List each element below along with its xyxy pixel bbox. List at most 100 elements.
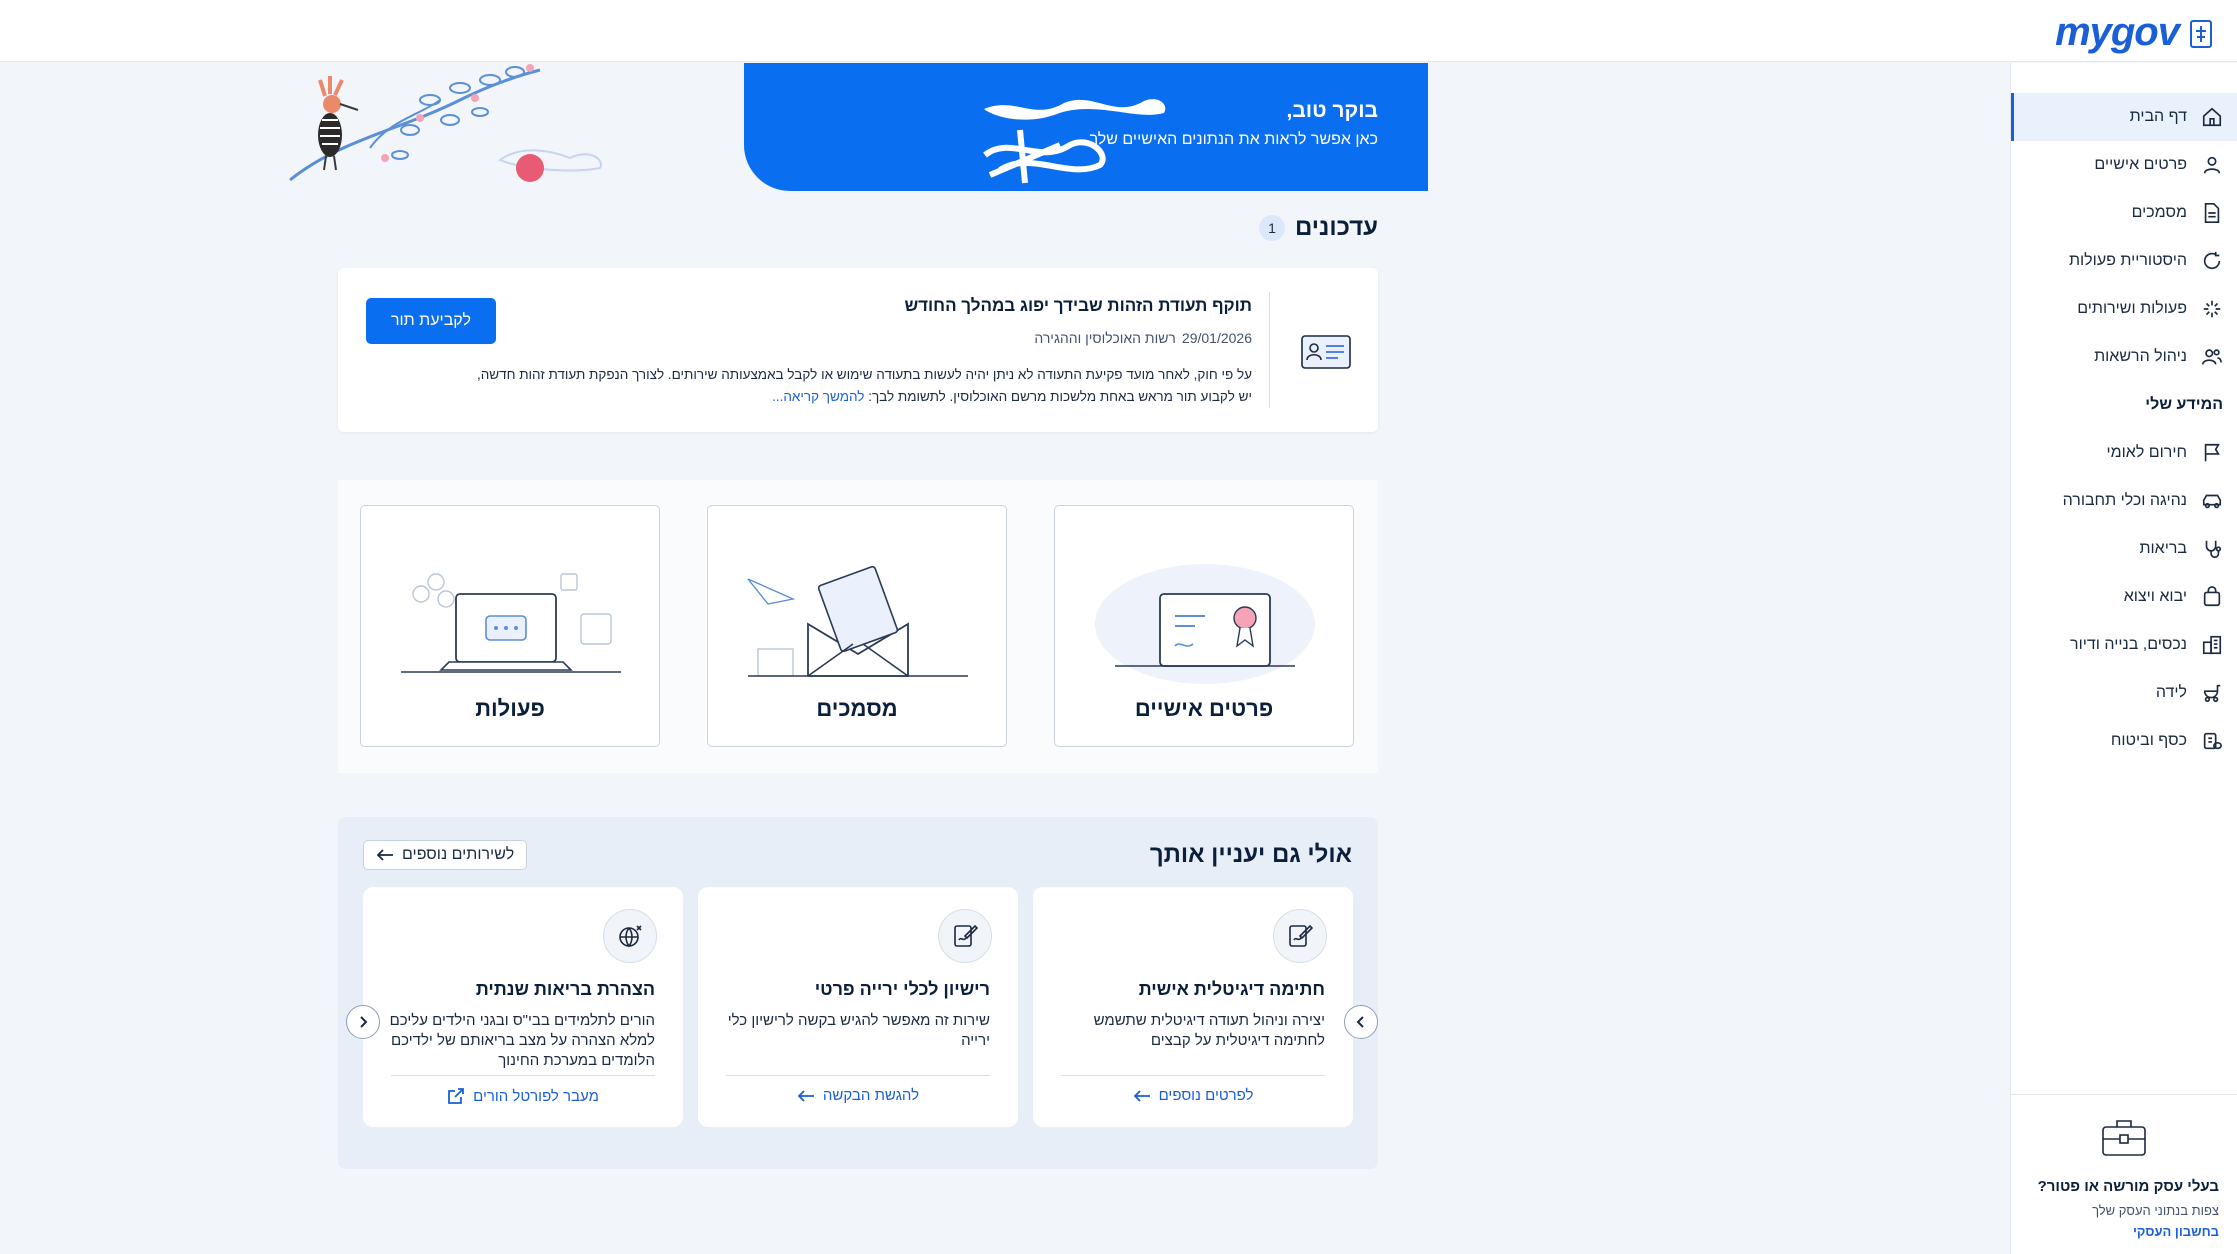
sidebar-item-label: לידה xyxy=(2155,684,2187,701)
sidebar-item-import[interactable]: יבוא ויצוא xyxy=(2011,573,2237,621)
reco-card-link-label: לפרטים נוספים xyxy=(1158,1087,1254,1104)
sidebar-item-label: נכסים, בנייה ודיור xyxy=(2070,636,2187,653)
sidebar-item-label: יבוא ויצוא xyxy=(2123,588,2187,605)
home-icon xyxy=(2202,107,2222,127)
update-meta: 29/01/2026 רשות האוכלוסין וההגירה xyxy=(1034,330,1252,346)
reco-card-link-label: מעבר לפורטל הורים xyxy=(473,1087,599,1105)
redaction-scribble xyxy=(984,99,1166,120)
sidebar-item-label: נהיגה וכלי תחבורה xyxy=(2062,492,2187,509)
sidebar-item-driving[interactable]: נהיגה וכלי תחבורה xyxy=(2011,477,2237,525)
arrow-left-icon xyxy=(376,849,393,861)
carousel-prev-button[interactable] xyxy=(346,1005,380,1039)
reco-card-desc: שירות זה מאפשר להגיש בקשה לרישיון כלי יר… xyxy=(727,1012,990,1049)
sidebar-item-label: פרטים אישיים xyxy=(2094,156,2187,173)
sidebar-item-permissions[interactable]: ניהול הרשאות xyxy=(2011,333,2237,381)
read-more-link[interactable]: להמשך קריאה... xyxy=(772,389,864,404)
reco-card-health-declaration[interactable]: הצהרת בריאות שנתית הורים לתלמידים בבי"ס … xyxy=(363,887,683,1127)
sidebar-item-property[interactable]: נכסים, בנייה ודיור xyxy=(2011,621,2237,669)
tile-personal-details[interactable]: פרטים אישיים xyxy=(1054,505,1354,747)
signature-icon xyxy=(1289,924,1314,947)
arrow-left-icon xyxy=(1133,1089,1150,1102)
chevron-left-icon xyxy=(360,1016,368,1028)
hero-greeting: בוקר טוב, xyxy=(1286,99,1378,122)
document-icon xyxy=(2204,203,2220,223)
sidebar-item-health[interactable]: בריאות xyxy=(2011,525,2237,573)
updates-heading: עדכונים 1 xyxy=(1258,214,1378,242)
reco-card-desc: יצירה וניהול תעודה דיגיטלית שתשמש לחתימה… xyxy=(1093,1012,1325,1049)
sparkle-icon xyxy=(2203,300,2221,318)
update-source: רשות האוכלוסין וההגירה xyxy=(1034,330,1176,346)
reco-card-link-label: להגשת הבקשה xyxy=(822,1087,920,1104)
updates-title-text: עדכונים xyxy=(1294,214,1378,241)
history-icon xyxy=(2203,251,2221,270)
sidebar-item-history[interactable]: היסטוריית פעולות xyxy=(2011,237,2237,285)
sidebar-item-label: היסטוריית פעולות xyxy=(2068,252,2187,269)
sidebar: דף הבית פרטים אישיים מסמכים היסטוריית פע… xyxy=(2010,63,2237,1254)
reco-card-divider xyxy=(726,1075,990,1076)
reco-card-title: רישיון לכלי ירייה פרטי xyxy=(814,979,990,999)
flag-icon xyxy=(2204,443,2220,462)
updates-count-badge: 1 xyxy=(1258,215,1285,241)
sidebar-item-label: פעולות ושירותים xyxy=(2077,300,2187,317)
tile-label: פעולות xyxy=(475,696,545,721)
tile-label: מסמכים xyxy=(816,696,898,721)
rc-icon-wrap xyxy=(1273,909,1327,963)
update-body-text: על פי חוק, לאחר מועד פקיעת התעודה לא נית… xyxy=(476,367,1252,404)
tile-documents[interactable]: מסמכים xyxy=(707,505,1007,747)
logo-text: mygov xyxy=(2055,10,2180,54)
reco-card-link[interactable]: מעבר לפורטל הורים xyxy=(363,1087,683,1105)
sidebar-item-services[interactable]: פעולות ושירותים xyxy=(2011,285,2237,333)
mygov-logo[interactable]: mygov xyxy=(2055,10,2213,55)
stethoscope-icon xyxy=(2205,540,2222,559)
recommendations-title: אולי גם יעניין אותך xyxy=(1149,841,1352,868)
sidebar-item-home[interactable]: דף הבית xyxy=(2011,93,2237,141)
laptop-illustration xyxy=(401,573,621,673)
quick-tiles-panel: פרטים אישיים מסמכים פעולות xyxy=(338,480,1378,773)
reco-card-link[interactable]: להגשת הבקשה xyxy=(698,1087,1018,1104)
envelope-illustration xyxy=(747,565,968,677)
tile-actions[interactable]: פעולות xyxy=(360,505,660,747)
users-icon xyxy=(2202,349,2222,365)
rc-icon-wrap xyxy=(603,909,657,963)
stroller-icon xyxy=(2203,684,2221,703)
business-account-link[interactable]: בחשבון העסקי xyxy=(2010,1224,2237,1239)
redaction-scribble xyxy=(983,129,1106,184)
sidebar-item-emergency[interactable]: חירום לאומי xyxy=(2011,429,2237,477)
sidebar-item-label: חירום לאומי xyxy=(2106,444,2187,461)
hero-subtitle: כאן אפשר לראות את הנתונים האישיים שלך xyxy=(1089,131,1378,148)
reco-card-divider xyxy=(391,1075,655,1076)
business-promo-title: בעלי עסק מורשה או פטור? xyxy=(2037,1178,2219,1195)
car-icon xyxy=(2202,494,2222,509)
update-card-divider xyxy=(1269,292,1270,408)
globe-icon xyxy=(619,925,642,948)
rc-icon-wrap xyxy=(938,909,992,963)
id-card-icon xyxy=(1301,335,1351,369)
sidebar-item-label: כסף וביטוח xyxy=(2110,732,2187,749)
certificate-illustration xyxy=(1095,564,1315,684)
sidebar-item-label: בריאות xyxy=(2139,540,2187,557)
update-title: תוקף תעודת הזהות שבידך יפוג במהלך החודש xyxy=(904,296,1252,315)
reco-card-desc: הורים לתלמידים בבי"ס ובגני הילדים עליכם … xyxy=(389,1012,655,1069)
update-card: תוקף תעודת הזהות שבידך יפוג במהלך החודש … xyxy=(338,268,1378,432)
hero-banner: בוקר טוב, כאן אפשר לראות את הנתונים האיש… xyxy=(744,63,1428,191)
more-services-button[interactable]: לשירותים נוספים xyxy=(363,840,528,870)
recommendations-panel: אולי גם יעניין אותך לשירותים נוספים חתימ… xyxy=(338,817,1378,1169)
sidebar-item-money[interactable]: כסף וביטוח xyxy=(2011,717,2237,765)
tile-label: פרטים אישיים xyxy=(1134,696,1274,721)
sidebar-item-personal[interactable]: פרטים אישיים xyxy=(2011,141,2237,189)
coins-icon xyxy=(2203,732,2222,750)
business-promo-subtitle: צפות בנתוני העסק שלך xyxy=(2092,1203,2219,1218)
sidebar-item-birth[interactable]: לידה xyxy=(2011,669,2237,717)
reco-card-firearm-license[interactable]: רישיון לכלי ירייה פרטי שירות זה מאפשר לה… xyxy=(698,887,1018,1127)
sidebar-item-label: מסמכים xyxy=(2131,204,2187,221)
carousel-next-button[interactable] xyxy=(1344,1005,1378,1039)
update-body: על פי חוק, לאחר מועד פקיעת התעודה לא נית… xyxy=(462,364,1252,408)
external-link-icon xyxy=(448,1088,464,1104)
reco-card-link[interactable]: לפרטים נוספים xyxy=(1033,1087,1353,1104)
buildings-icon xyxy=(2202,635,2222,655)
sidebar-item-documents[interactable]: מסמכים xyxy=(2011,189,2237,237)
reco-card-divider xyxy=(1061,1075,1325,1076)
user-icon xyxy=(2203,156,2221,174)
schedule-appointment-button[interactable]: לקביעת תור xyxy=(366,298,496,344)
reco-card-digital-signature[interactable]: חתימה דיגיטלית אישית יצירה וניהול תעודה … xyxy=(1033,887,1353,1127)
